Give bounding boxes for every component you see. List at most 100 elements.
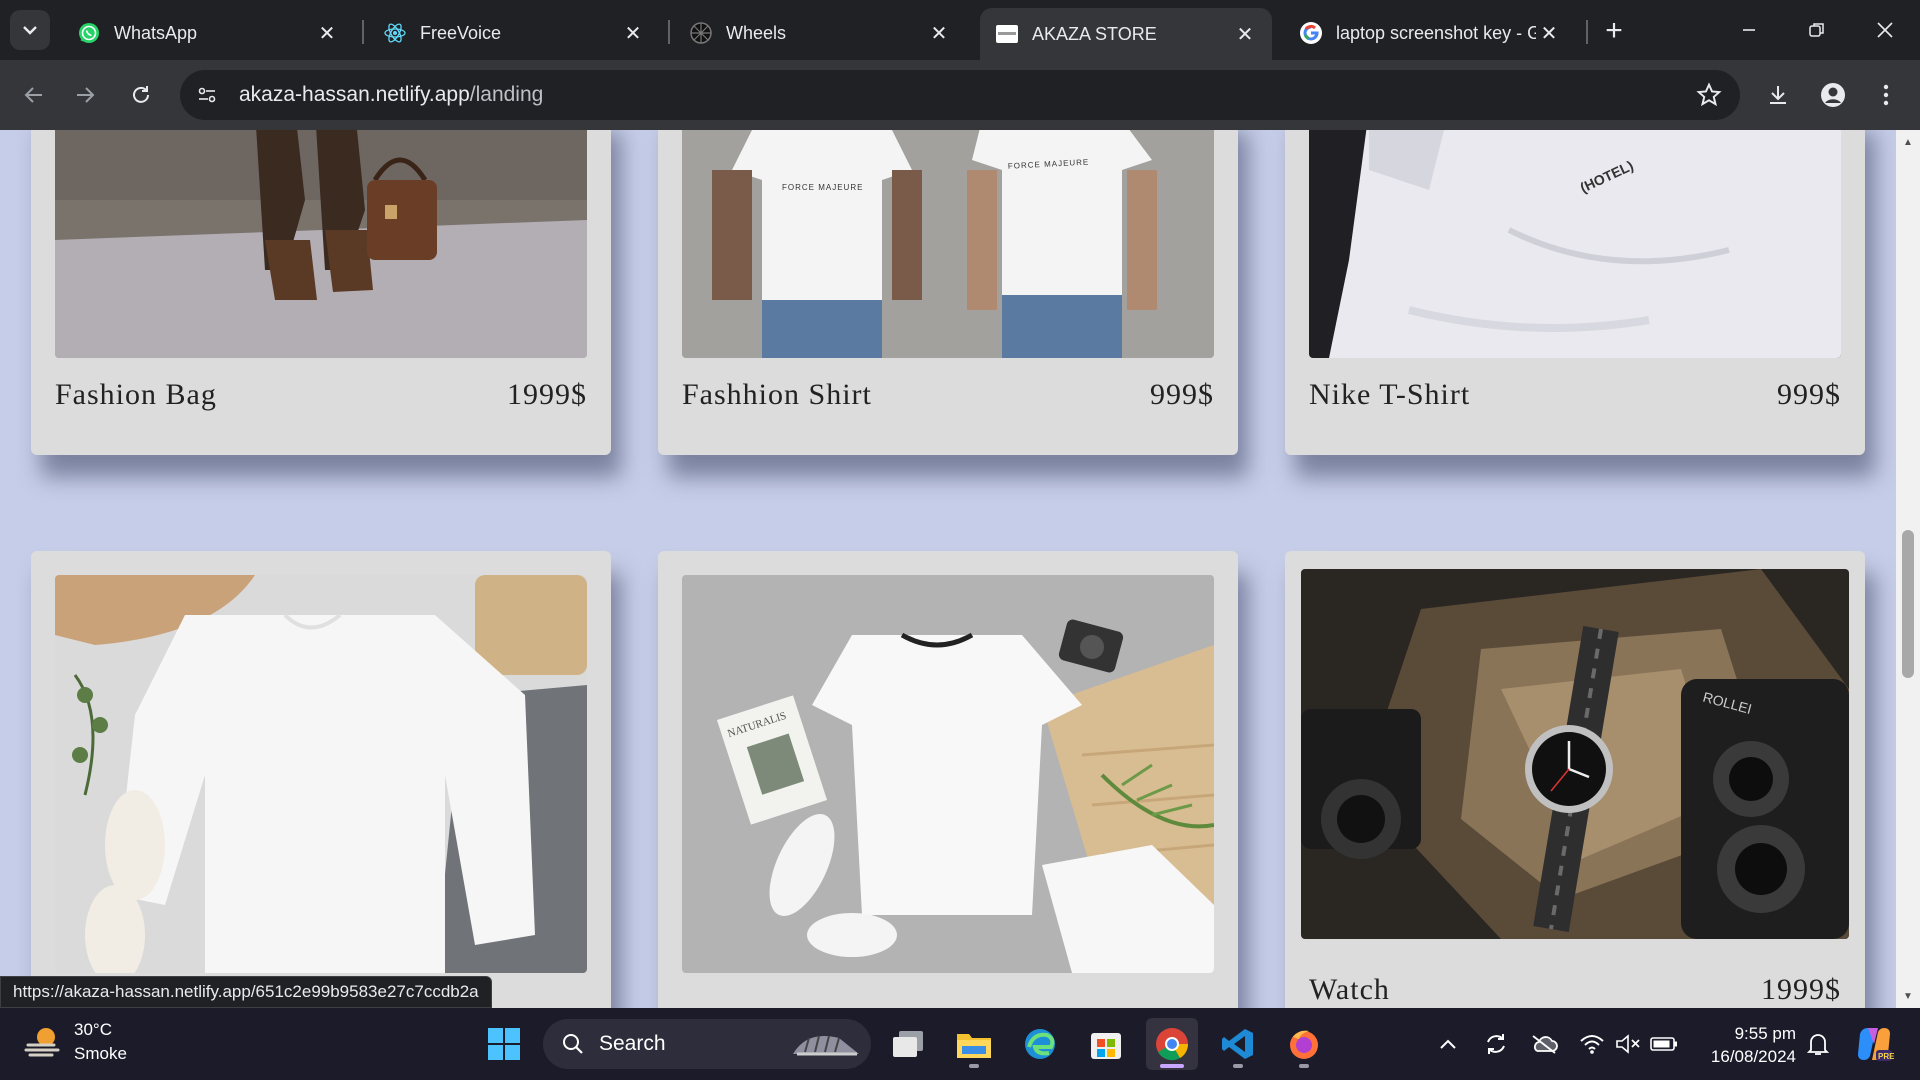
tab-title: WhatsApp (114, 22, 198, 43)
scroll-thumb[interactable] (1902, 530, 1914, 678)
downloads-button[interactable] (1758, 75, 1798, 115)
reload-button[interactable] (121, 75, 161, 115)
new-tab-button[interactable]: + (1595, 12, 1633, 50)
sync-icon (1487, 1034, 1505, 1054)
scroll-down-arrow-icon[interactable]: ▼ (1896, 984, 1920, 1008)
tray-onedrive[interactable] (1526, 1026, 1562, 1062)
taskbar-search[interactable]: Search (543, 1019, 871, 1069)
arrow-left-icon (24, 87, 42, 103)
browser-toolbar: akaza-hassan.netlify.app/landing (0, 60, 1920, 130)
chrome-icon (1156, 1028, 1189, 1061)
search-highlight-icon (793, 1035, 859, 1056)
address-bar[interactable]: akaza-hassan.netlify.app/landing (180, 70, 1740, 120)
react-icon (382, 20, 408, 46)
task-view-button[interactable] (882, 1018, 934, 1070)
product-image-fashion-shirt[interactable]: FORCE MAJEURE FORCE MAJEURE (682, 130, 1214, 358)
volume-muted-icon (1616, 1034, 1640, 1054)
wheels-icon (688, 20, 714, 46)
bell-icon (1807, 1034, 1829, 1055)
google-icon (1298, 20, 1324, 46)
chevron-down-icon (23, 26, 37, 35)
weather-widget[interactable]: 30°C Smoke (24, 1018, 127, 1066)
cloud-off-icon (1532, 1035, 1558, 1054)
taskbar-file-explorer[interactable] (948, 1018, 1000, 1070)
arrow-right-icon (77, 87, 95, 103)
tab-akaza-store[interactable]: AKAZA STORE ✕ (980, 8, 1272, 60)
product-image-sweater[interactable] (55, 575, 587, 973)
product-image-fashion-bag[interactable] (55, 130, 587, 358)
close-icon[interactable]: ✕ (620, 20, 646, 46)
site-info-button[interactable] (185, 73, 229, 117)
product-price: 1999$ (507, 378, 587, 411)
taskbar-chrome[interactable] (1146, 1018, 1198, 1070)
link-status-url: https://akaza-hassan.netlify.app/651c2e9… (0, 976, 492, 1008)
tab-search-button[interactable] (10, 10, 50, 50)
page-viewport: Fashion Bag 1999$ FORCE MAJEURE FORCE MA… (0, 130, 1920, 1008)
more-vert-icon (1883, 84, 1889, 106)
running-indicator (1299, 1064, 1309, 1068)
tab-wheels[interactable]: Wheels ✕ (674, 10, 966, 56)
product-card[interactable]: NATURALIS (658, 551, 1238, 1008)
product-card[interactable] (31, 551, 611, 1008)
svg-text:PRE: PRE (1878, 1052, 1894, 1061)
product-card[interactable]: Fashion Bag 1999$ (31, 130, 611, 455)
copilot-button[interactable]: PRE (1852, 1022, 1896, 1066)
clock-date: 16/08/2024 (1710, 1047, 1796, 1066)
tray-sync[interactable] (1478, 1026, 1514, 1062)
back-button[interactable] (13, 75, 53, 115)
shirt-print-text: FORCE MAJEURE (782, 183, 863, 192)
taskbar-firefox[interactable] (1278, 1018, 1330, 1070)
close-window-button[interactable] (1860, 8, 1910, 52)
folder-icon (957, 1034, 991, 1058)
notifications-button[interactable] (1800, 1026, 1836, 1062)
page-scrollbar[interactable]: ▲ ▼ (1896, 130, 1920, 1008)
menu-button[interactable] (1866, 75, 1906, 115)
taskbar-clock[interactable]: 9:55 pm 16/08/2024 (1700, 1022, 1796, 1068)
whatsapp-icon (76, 20, 102, 46)
wifi-icon (1580, 1035, 1604, 1054)
battery-icon (1650, 1037, 1677, 1051)
tab-title: FreeVoice (420, 22, 502, 43)
tab-title: laptop screenshot key - G (1336, 22, 1536, 43)
product-image-watch[interactable]: ROLLEI (1301, 569, 1849, 939)
edge-icon (1025, 1029, 1055, 1059)
product-card[interactable]: FORCE MAJEURE FORCE MAJEURE Fashhion Shi… (658, 130, 1238, 455)
running-indicator (969, 1064, 979, 1068)
smoke-weather-icon (24, 1028, 60, 1057)
tray-wifi[interactable] (1574, 1026, 1610, 1062)
taskbar-vscode[interactable] (1212, 1018, 1264, 1070)
restore-button[interactable] (1792, 8, 1842, 52)
minimize-button[interactable] (1724, 8, 1774, 52)
close-icon[interactable]: ✕ (314, 20, 340, 46)
profile-button[interactable] (1813, 75, 1853, 115)
product-image-nike-tshirt[interactable]: (HOTEL) (1309, 130, 1841, 358)
tab-google-search[interactable]: laptop screenshot key - G ✕ (1284, 10, 1576, 56)
akaza-store-icon (994, 21, 1020, 47)
url-path: /landing (469, 83, 544, 106)
tab-whatsapp[interactable]: WhatsApp ✕ (62, 10, 354, 56)
scroll-up-arrow-icon[interactable]: ▲ (1896, 130, 1920, 154)
tray-battery[interactable] (1646, 1026, 1682, 1062)
tab-title: Wheels (726, 22, 787, 43)
taskbar-microsoft-store[interactable] (1080, 1018, 1132, 1070)
chevron-up-icon (1440, 1039, 1456, 1049)
tab-freevoice[interactable]: FreeVoice ✕ (368, 10, 660, 56)
product-card[interactable]: (HOTEL) Nike T-Shirt 999$ (1285, 130, 1865, 455)
close-icon[interactable]: ✕ (1232, 21, 1258, 47)
start-button[interactable] (478, 1018, 530, 1070)
forward-button[interactable] (66, 75, 106, 115)
product-card[interactable]: ROLLEI Watch 1999$ (1285, 551, 1865, 1008)
windows-taskbar: 30°C Smoke Search 9:55 pm 16/08/2024 PRE (0, 1008, 1920, 1080)
tray-volume[interactable] (1610, 1026, 1646, 1062)
taskbar-edge[interactable] (1014, 1018, 1066, 1070)
reload-icon (133, 86, 149, 103)
close-icon[interactable]: ✕ (926, 20, 952, 46)
show-hidden-icons-button[interactable] (1430, 1026, 1466, 1062)
bookmark-star-button[interactable] (1696, 82, 1722, 115)
url-host: akaza-hassan.netlify.app (239, 83, 470, 106)
close-icon[interactable]: ✕ (1536, 20, 1562, 46)
vscode-icon (1222, 1029, 1253, 1059)
product-image-flatlay-tshirt[interactable]: NATURALIS (682, 575, 1214, 973)
running-indicator (1160, 1064, 1184, 1068)
search-label: Search (599, 1032, 666, 1055)
